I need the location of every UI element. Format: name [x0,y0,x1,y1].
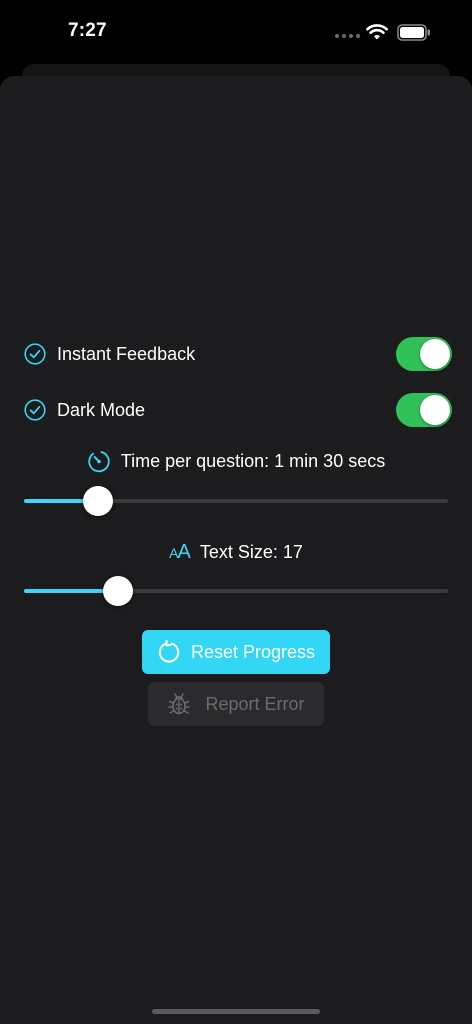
reset-arrow-icon [158,640,180,663]
checkmark-circle-icon [24,343,46,365]
timer-icon [88,450,110,473]
instant-feedback-label: Instant Feedback [57,344,196,364]
slider-thumb[interactable] [102,576,133,606]
text-size-heading: AA Text Size: 17 [0,539,472,565]
time-per-question-label: Time per question: 1 min 30 secs [120,450,386,471]
signal-dots-icon [335,34,360,38]
battery-icon [397,24,430,41]
reset-progress-button[interactable]: Reset Progress [142,630,330,674]
dark-mode-row: Dark Mode [0,392,472,428]
reset-progress-label: Reset Progress [190,641,316,662]
report-error-label: Report Error [205,693,305,714]
text-size-icon-large: A [177,540,190,563]
text-size-icon-small: A [169,544,178,561]
text-size-icon: AA [169,540,191,564]
time-per-question-heading: Time per question: 1 min 30 secs [0,448,472,474]
slider-thumb[interactable] [83,486,114,516]
checkmark-circle-icon [24,399,46,421]
app-screen: 7:27 Instant Feedback Dark Mode Time per… [0,0,472,1024]
text-size-slider[interactable] [24,575,448,607]
instant-feedback-toggle[interactable] [396,337,452,371]
bug-icon [168,693,191,715]
dark-mode-label: Dark Mode [57,400,146,420]
toggle-knob [420,339,450,369]
dark-mode-toggle[interactable] [396,393,452,427]
status-time: 7:27 [68,20,107,41]
wifi-icon [366,24,388,40]
home-indicator[interactable] [152,1009,320,1014]
text-size-label: Text Size: 17 [199,541,303,562]
instant-feedback-row: Instant Feedback [0,336,472,372]
time-per-question-slider[interactable] [24,485,448,517]
toggle-knob [420,395,450,425]
status-bar: 7:27 [0,0,472,64]
report-error-button[interactable]: Report Error [148,682,324,726]
